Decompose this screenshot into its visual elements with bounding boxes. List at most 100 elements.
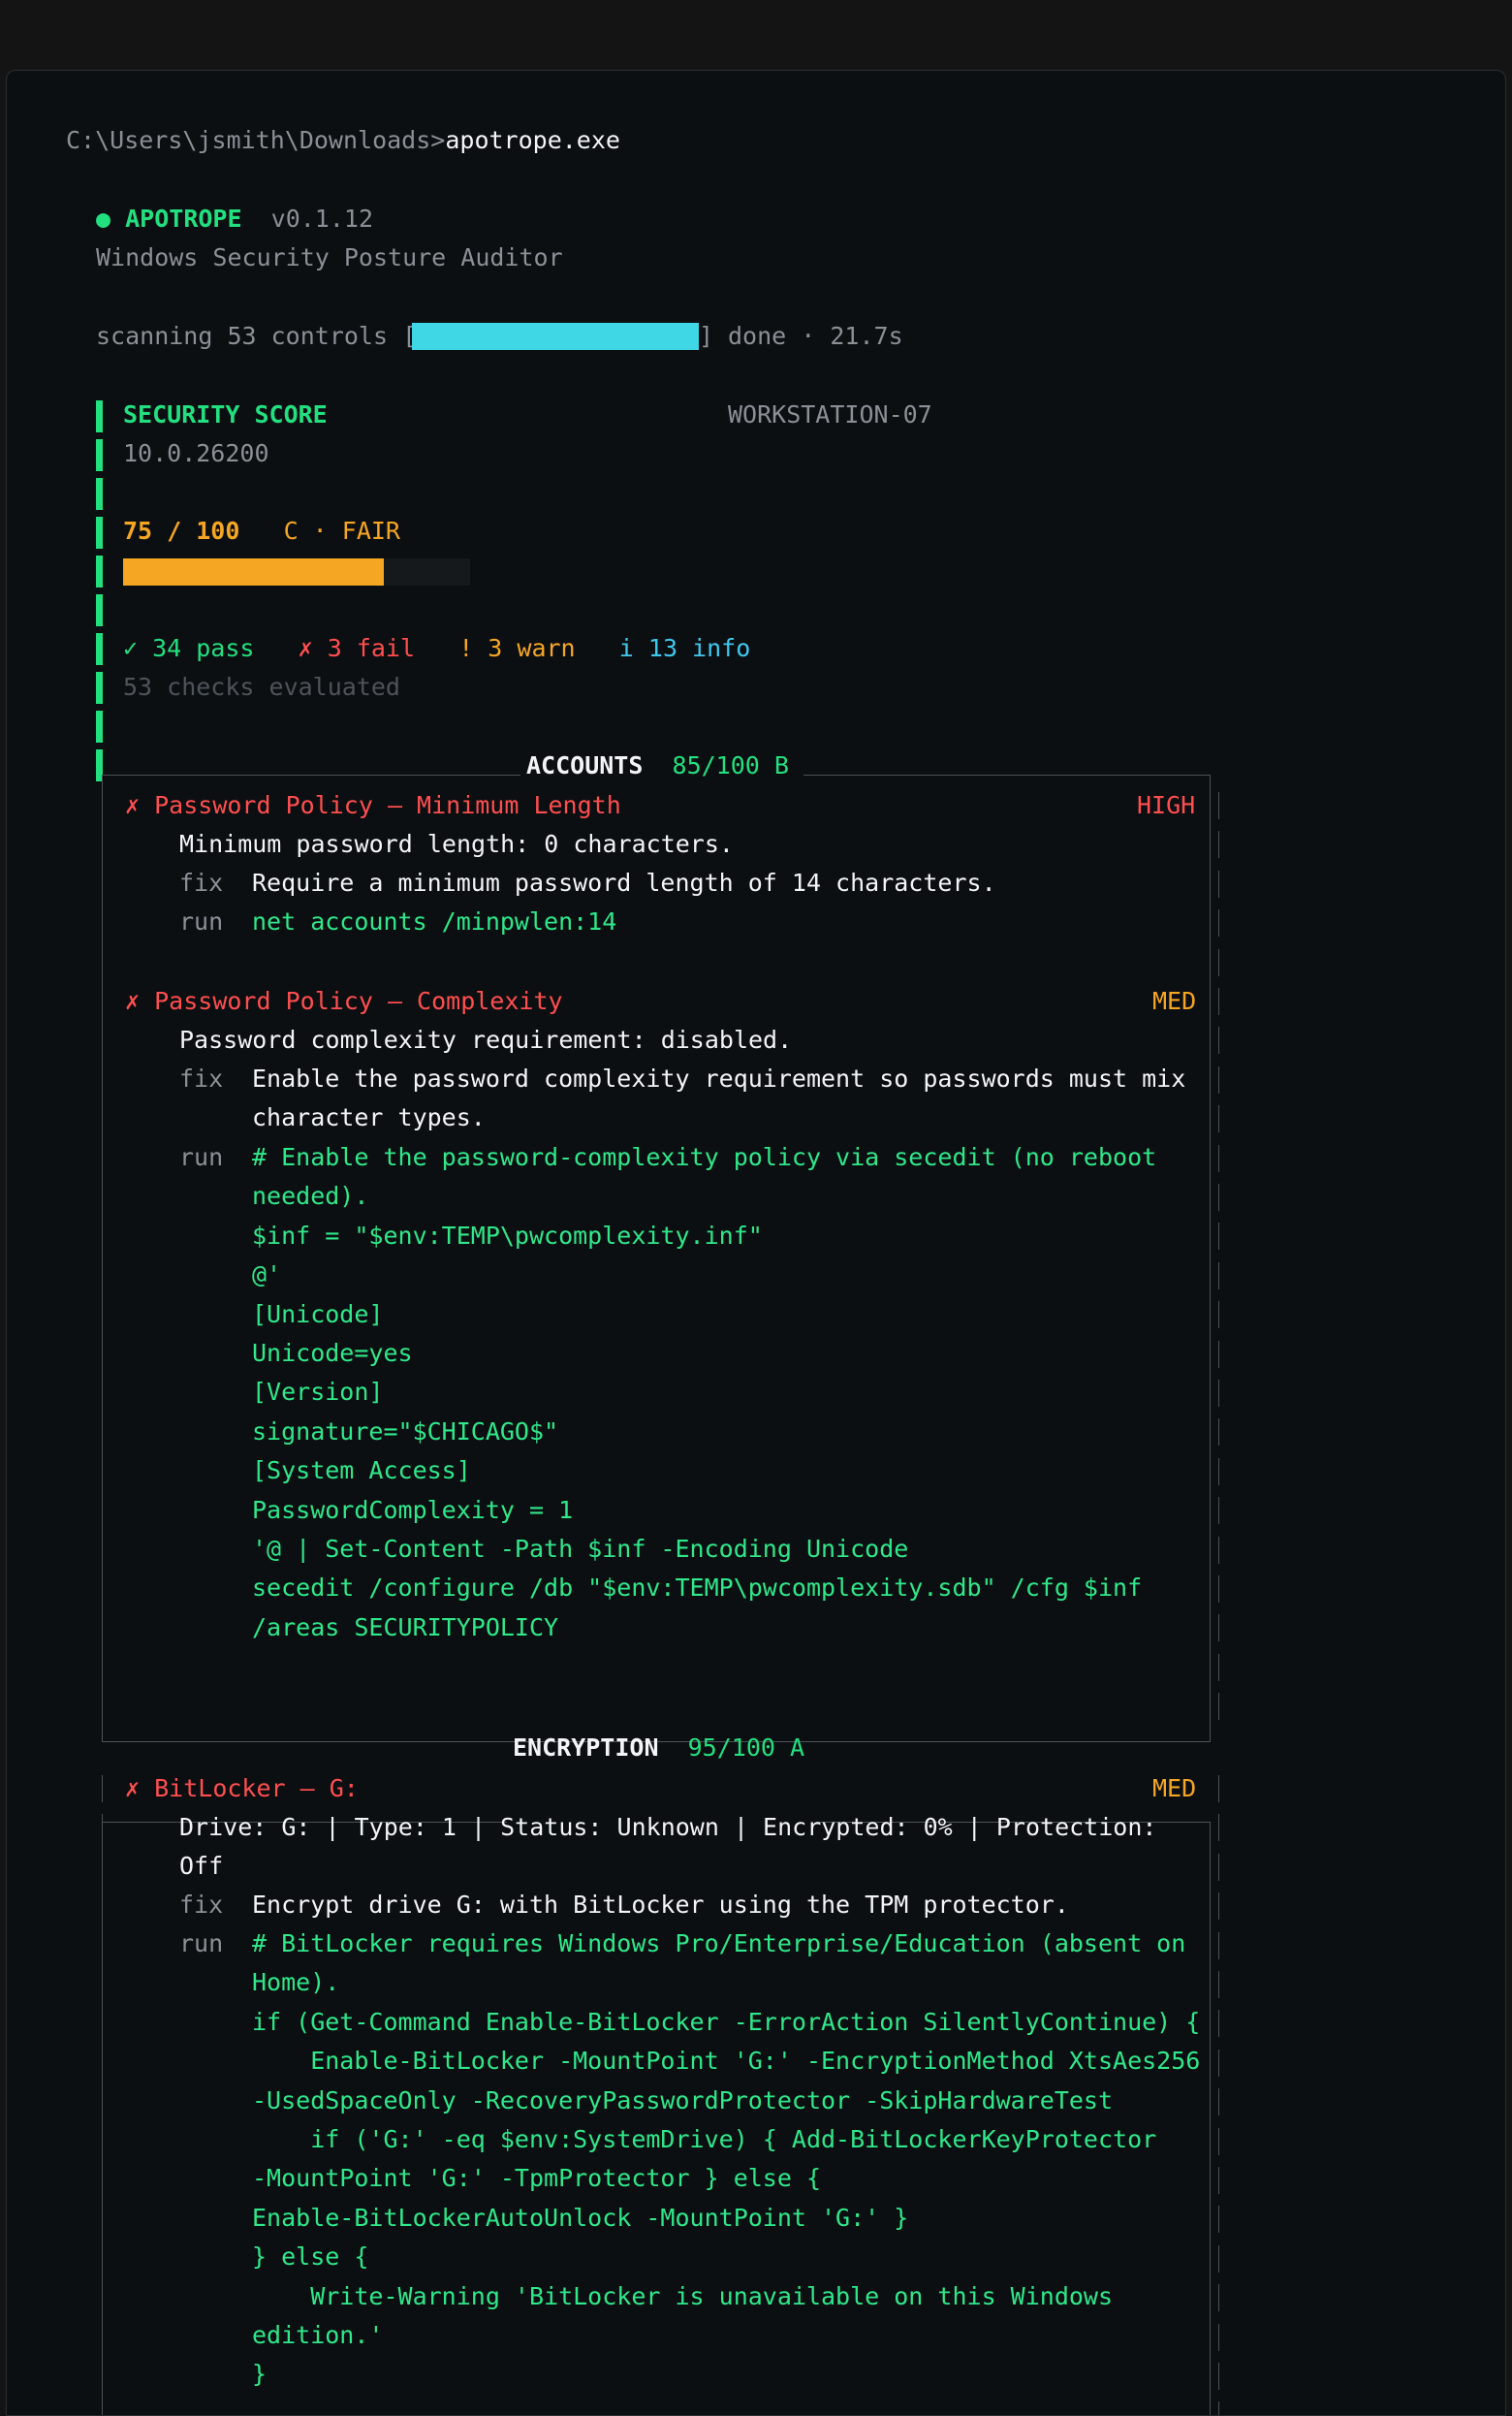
terminal-window[interactable]: C:\Users\jsmith\Downloads>apotrope.exe ●… xyxy=(6,70,1506,2416)
code-line: -UsedSpaceOnly -RecoveryPasswordProtecto… xyxy=(252,2085,1114,2114)
box-border xyxy=(1218,1892,1219,1921)
score-accent-bar xyxy=(96,711,103,743)
box-border xyxy=(102,1340,103,1368)
box-border xyxy=(102,792,103,819)
code-line: @' xyxy=(252,1260,282,1289)
prompt-command: apotrope.exe xyxy=(445,126,620,154)
box-border xyxy=(1218,792,1219,819)
box-border xyxy=(102,775,520,776)
box-border xyxy=(1218,2167,1219,2194)
run-command[interactable]: net accounts /minpwlen:14 xyxy=(252,903,616,941)
finding-name: BitLocker — G: xyxy=(154,1774,359,1802)
score-line: 75 / 100 C · FAIR xyxy=(123,512,400,551)
app-subtitle: Windows Security Posture Auditor xyxy=(96,243,563,271)
score-accent-bar xyxy=(96,556,103,588)
box-border xyxy=(1218,1814,1219,1842)
fail-icon: ✗ xyxy=(125,987,141,1015)
scan-bracket-close: ] xyxy=(699,322,714,350)
finding-detail: Password complexity requirement: disable… xyxy=(179,1026,793,1054)
os-version: 10.0.26200 xyxy=(123,439,269,467)
pass-count: ✓ 34 pass xyxy=(123,634,255,662)
code-line: # BitLocker requires Windows Pro/Enterpr… xyxy=(252,1929,1186,1957)
box-border xyxy=(102,2244,103,2273)
box-border xyxy=(102,2363,103,2390)
box-border xyxy=(1218,1853,1219,1881)
code-line: /areas SECURITYPOLICY xyxy=(252,1612,559,1641)
app-name: APOTROPE xyxy=(125,205,242,233)
score-accent-bar xyxy=(96,594,103,626)
box-border xyxy=(102,1614,103,1642)
box-border xyxy=(102,2127,103,2155)
box-border xyxy=(1210,775,1211,784)
box-border xyxy=(1218,2284,1219,2312)
box-border xyxy=(1218,2363,1219,2390)
code-line: Write-Warning 'BitLocker is unavailable … xyxy=(252,2281,1114,2310)
box-border xyxy=(102,1575,103,1603)
box-border xyxy=(1210,1822,1211,1831)
code-line: Enable-BitLocker -MountPoint 'G:' -Encry… xyxy=(252,2047,1201,2076)
score-accent-bar xyxy=(96,517,103,549)
box-border xyxy=(1218,1971,1219,1998)
severity-badge: MED xyxy=(1152,987,1197,1015)
box-border xyxy=(102,1814,103,1842)
box-border xyxy=(1218,2127,1219,2155)
code-line: Enable-BitLockerAutoUnlock -MountPoint '… xyxy=(252,2203,909,2232)
score-accent-bar xyxy=(96,400,103,432)
box-border xyxy=(1218,1575,1219,1603)
finding-detail: Minimum password length: 0 characters. xyxy=(179,830,734,858)
code-line: if ('G:' -eq $env:SystemDrive) { Add-Bit… xyxy=(252,2125,1157,2153)
checks-evaluated: 53 checks evaluated xyxy=(123,673,400,701)
code-line: $inf = "$env:TEMP\pwcomplexity.inf" xyxy=(252,1221,763,1250)
severity-badge: MED xyxy=(1152,1774,1197,1802)
code-line: [System Access] xyxy=(252,1456,471,1485)
code-line: needed). xyxy=(252,1182,369,1211)
box-border xyxy=(1218,2010,1219,2038)
box-border xyxy=(102,1853,103,1881)
box-border xyxy=(102,1144,103,1172)
score-accent-bar xyxy=(96,478,103,510)
finding-detail: Drive: G: | Type: 1 | Status: Unknown | … xyxy=(179,1813,1157,1841)
fix-text: Enable the password complexity requireme… xyxy=(252,1065,1186,1093)
box-border xyxy=(102,1380,103,1407)
box-border xyxy=(102,2206,103,2234)
box-border xyxy=(1218,1105,1219,1133)
code-line: '@ | Set-Content -Path $inf -Encoding Un… xyxy=(252,1535,909,1563)
box-border xyxy=(1218,1065,1219,1094)
app-version: v0.1.12 xyxy=(270,205,374,233)
score-value: 75 / 100 xyxy=(123,517,240,545)
fix-text: Require a minimum password length of 14 … xyxy=(252,869,996,897)
fix-text: Encrypt drive G: with BitLocker using th… xyxy=(252,1891,1069,1919)
box-border xyxy=(1218,988,1219,1015)
code-line: # Enable the password-complexity policy … xyxy=(252,1143,1157,1171)
box-border xyxy=(102,870,103,898)
box-border xyxy=(102,1223,103,1251)
box-border xyxy=(102,2323,103,2351)
box-border xyxy=(1218,1301,1219,1329)
box-border xyxy=(102,1536,103,1564)
code-line: secedit /configure /db "$env:TEMP\pwcomp… xyxy=(252,1574,1143,1603)
info-icon: i xyxy=(618,634,634,662)
box-border xyxy=(102,2010,103,2038)
finding-title: ✗ Password Policy — Complexity xyxy=(125,982,563,1021)
box-border xyxy=(1218,1693,1219,1721)
code-line: [Version] xyxy=(252,1378,384,1407)
box-border xyxy=(1218,1184,1219,1211)
code-line: } xyxy=(252,2360,268,2389)
code-line: if (Get-Command Enable-BitLocker -ErrorA… xyxy=(252,2007,1201,2036)
box-border xyxy=(102,909,103,938)
box-border xyxy=(1218,2323,1219,2351)
encryption-score: 95/100 A xyxy=(687,1733,805,1762)
box-border xyxy=(1218,1497,1219,1525)
box-border xyxy=(1218,1536,1219,1564)
warn-count: ! 3 warn xyxy=(458,634,576,662)
score-accent-bar xyxy=(96,672,103,704)
finding-name: Password Policy — Complexity xyxy=(154,987,563,1015)
prompt-path: C:\Users\jsmith\Downloads> xyxy=(66,126,446,154)
run-label: run xyxy=(179,907,224,936)
run-label: run xyxy=(179,1929,224,1957)
info-count: 13 info xyxy=(647,634,751,662)
box-border xyxy=(102,1105,103,1133)
box-border xyxy=(102,2088,103,2116)
severity-badge: HIGH xyxy=(1137,791,1196,819)
code-line: Unicode=yes xyxy=(252,1339,413,1367)
